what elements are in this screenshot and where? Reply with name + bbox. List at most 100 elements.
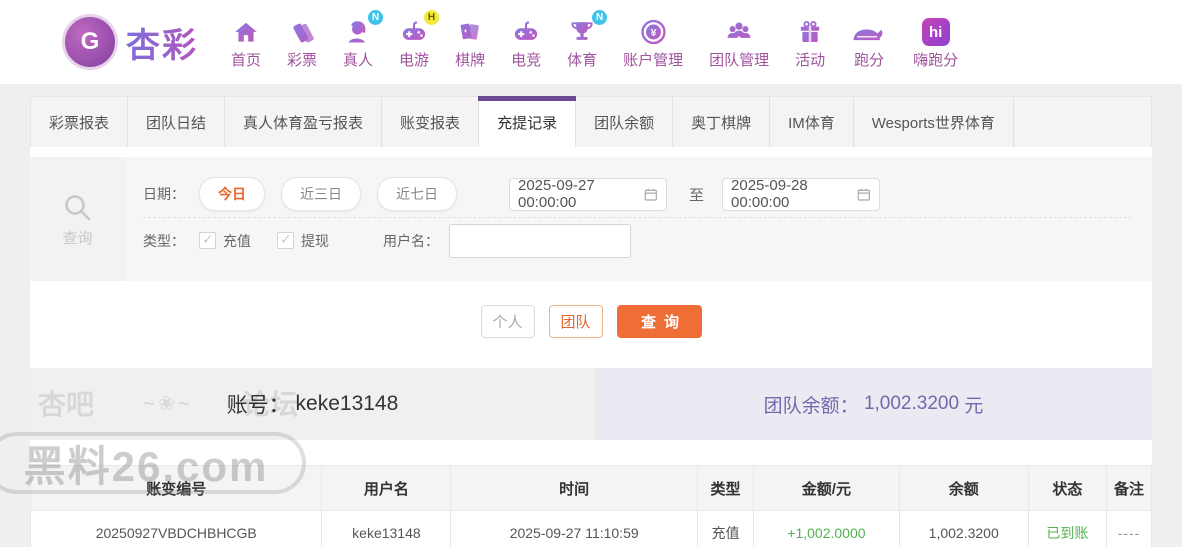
tab-account-change[interactable]: 账变报表	[382, 97, 480, 147]
nav-label: 体育	[567, 52, 598, 69]
date-label: 日期：	[143, 186, 185, 202]
tab-lottery-report[interactable]: 彩票报表	[31, 97, 129, 147]
tab-wesports[interactable]: Wesports世界体育	[853, 97, 1014, 147]
nav-item-team-mgmt[interactable]: 团队管理	[709, 14, 769, 70]
nav-item-hi-paofen[interactable]: hi 嗨跑分	[913, 14, 958, 70]
withdraw-checkbox-label: 提现	[301, 232, 329, 249]
withdraw-checkbox-wrap[interactable]: 提现	[277, 231, 329, 251]
filter-main: 日期： 今日 近三日 近七日 2025-09-27 00:00:00 至 202…	[125, 157, 1152, 281]
tab-deposit-withdraw-records[interactable]: 充提记录	[478, 96, 577, 147]
nav-items: 首页 彩票 N 真人 H 电游 棋牌 电竞 N 体育 ¥ 账户管理 团队管理 活…	[218, 10, 971, 70]
rhino-icon	[851, 14, 887, 46]
date-from-input[interactable]: 2025-09-27 00:00:00	[509, 177, 667, 211]
tabbar-filler	[1013, 97, 1151, 147]
deposit-checkbox-wrap[interactable]: 充值	[199, 231, 251, 251]
nav-label: 账户管理	[623, 52, 684, 69]
withdraw-checkbox[interactable]	[277, 231, 294, 249]
nav-label: 跑分	[854, 52, 885, 69]
nav-item-egames[interactable]: H 电游	[399, 10, 440, 70]
header-remark: 备注	[1106, 465, 1152, 511]
filter-panel: 查询 日期： 今日 近三日 近七日 2025-09-27 00:00:00 至 …	[30, 157, 1152, 281]
hi-app-icon: hi	[921, 14, 950, 46]
nav-label: 棋牌	[455, 52, 486, 69]
badge-n: N	[592, 10, 608, 25]
top-navigation: G 杏彩 首页 彩票 N 真人 H 电游 棋牌 电竞 N 体育 ¥ 账户管理 团…	[0, 0, 1182, 84]
gift-icon	[796, 14, 824, 46]
table-header-row: 账变编号 用户名 时间 类型 金额/元 余额 状态 备注	[29, 465, 1152, 511]
svg-text:¥: ¥	[650, 27, 656, 39]
filter-side-query: 查询	[30, 157, 125, 281]
deposit-checkbox-label: 充值	[223, 232, 251, 249]
preset-today-button[interactable]: 今日	[199, 177, 265, 211]
filter-row-type: 类型： 充值 提现 用户名：	[143, 217, 1132, 263]
account-panel: 账号： keke13148	[30, 368, 595, 440]
cell-balance: 1,002.3200	[898, 510, 1029, 547]
tab-team-balance[interactable]: 团队余额	[576, 97, 674, 147]
tab-odin-boardgames[interactable]: 奥丁棋牌	[673, 97, 771, 147]
ticket-icon	[288, 14, 316, 46]
coin-icon: ¥	[639, 14, 668, 46]
team-balance-label: 团队余额：	[763, 395, 859, 417]
nav-label: 活动	[795, 52, 826, 69]
tab-im-sports[interactable]: IM体育	[770, 97, 854, 147]
nav-item-sports[interactable]: N 体育	[567, 10, 608, 70]
date-from-value: 2025-09-27 00:00:00	[518, 177, 595, 211]
nav-label: 彩票	[287, 52, 318, 69]
team-people-icon	[724, 14, 754, 46]
header-balance: 余额	[898, 465, 1029, 511]
type-label: 类型：	[143, 232, 185, 249]
home-icon	[232, 14, 260, 46]
nav-item-home[interactable]: 首页	[231, 14, 261, 70]
brand-name: 杏彩	[126, 18, 198, 67]
preset-7days-button[interactable]: 近七日	[377, 177, 457, 211]
table-row: 20250927VBDCHBHCGB keke13148 2025-09-27 …	[29, 510, 1152, 547]
cell-status: 已到账	[1027, 510, 1108, 547]
calendar-icon	[645, 188, 658, 201]
report-tabbar: 彩票报表 团队日结 真人体育盈亏报表 账变报表 充提记录 团队余额 奥丁棋牌 I…	[30, 96, 1152, 147]
query-button[interactable]: 查询	[616, 305, 702, 338]
tab-live-sports-pl[interactable]: 真人体育盈亏报表	[225, 97, 383, 147]
badge-n: N	[368, 10, 384, 25]
cell-remark: ----	[1106, 510, 1152, 547]
trophy-icon: N	[567, 10, 608, 46]
nav-item-boardgames[interactable]: 棋牌	[455, 14, 485, 70]
nav-item-esports[interactable]: 电竞	[511, 14, 541, 70]
header-txn-id: 账变编号	[29, 465, 323, 511]
nav-label: 电竞	[511, 52, 542, 69]
tab-team-daily[interactable]: 团队日结	[128, 97, 226, 147]
actions-row: 个人 团队 查询	[30, 281, 1152, 364]
username-label: 用户名：	[383, 232, 439, 249]
date-to-input[interactable]: 2025-09-28 00:00:00	[722, 177, 881, 211]
date-range-to-label: 至	[689, 186, 705, 204]
records-table: 账变编号 用户名 时间 类型 金额/元 余额 状态 备注 20250927VBD…	[29, 465, 1152, 547]
nav-label: 首页	[231, 52, 262, 69]
filter-side-label: 查询	[62, 229, 93, 247]
header-status: 状态	[1027, 465, 1108, 511]
personal-button[interactable]: 个人	[480, 305, 535, 338]
nav-item-live[interactable]: N 真人	[343, 10, 384, 70]
nav-item-activities[interactable]: 活动	[795, 14, 825, 70]
brand-logo[interactable]: G 杏彩	[62, 14, 198, 70]
cell-txn-id: 20250927VBDCHBHCGB	[29, 510, 323, 547]
header-time: 时间	[450, 465, 698, 511]
cell-username: keke13148	[321, 510, 452, 547]
nav-item-paofen[interactable]: 跑分	[851, 14, 887, 70]
deposit-checkbox[interactable]	[199, 231, 216, 249]
nav-item-account-mgmt[interactable]: ¥ 账户管理	[623, 14, 683, 70]
nav-label: 团队管理	[709, 52, 770, 69]
team-balance-value: 1,002.3200	[863, 393, 960, 414]
team-button[interactable]: 团队	[548, 305, 603, 338]
header-type: 类型	[696, 465, 755, 511]
preset-3days-button[interactable]: 近三日	[281, 177, 361, 211]
nav-label: 嗨跑分	[913, 52, 959, 69]
esports-gamepad-icon	[511, 14, 541, 46]
brand-logo-icon: G	[62, 14, 118, 70]
nav-label: 电游	[399, 52, 430, 69]
date-to-value: 2025-09-28 00:00:00	[731, 177, 808, 211]
account-label: 账号：	[226, 394, 290, 417]
cell-time: 2025-09-27 11:10:59	[450, 510, 698, 547]
live-person-icon: N	[343, 10, 384, 46]
calendar-icon	[858, 188, 871, 201]
nav-item-lottery[interactable]: 彩票	[287, 14, 317, 70]
username-input[interactable]	[449, 223, 631, 258]
